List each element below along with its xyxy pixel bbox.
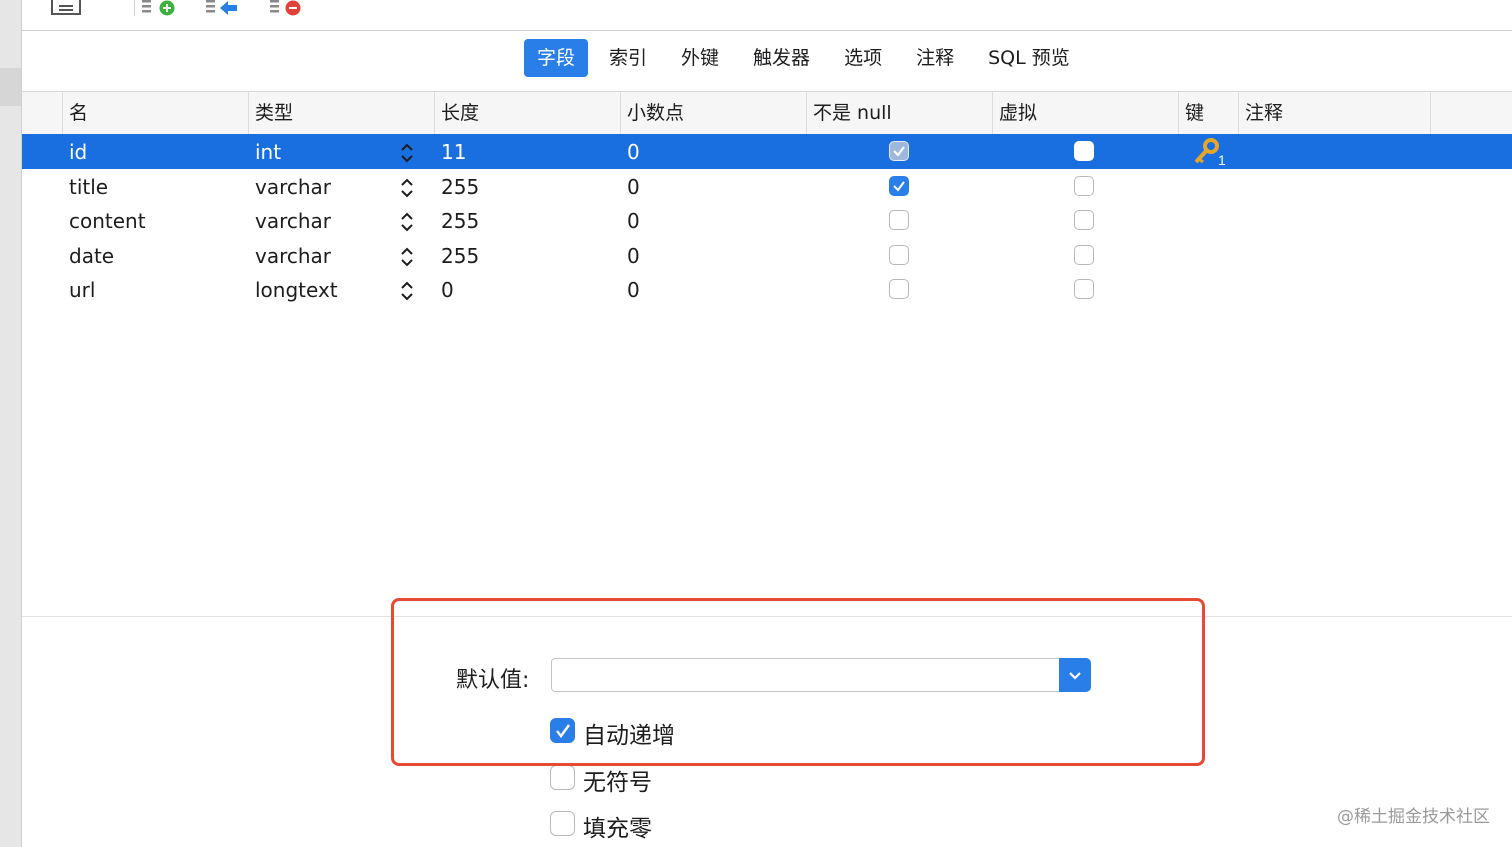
column-header-key[interactable]: 键: [1178, 92, 1204, 134]
field-name[interactable]: date: [69, 238, 114, 273]
tab-fields[interactable]: 字段: [524, 39, 589, 77]
insert-field-icon[interactable]: [204, 0, 244, 18]
toolbar-separator: [134, 0, 135, 16]
zerofill-checkbox[interactable]: [550, 811, 575, 836]
key-index-label: 1: [1218, 152, 1226, 166]
tab-bar: 字段 索引 外键 触发器 选项 注释 SQL 预览: [22, 31, 1512, 91]
tabs: 字段 索引 外键 触发器 选项 注释 SQL 预览: [524, 39, 1091, 77]
column-header-name[interactable]: 名: [62, 92, 88, 134]
virtual-checkbox[interactable]: [1074, 279, 1094, 299]
column-header-not-null[interactable]: 不是 null: [806, 92, 892, 134]
table-row[interactable]: date varchar 255 0: [22, 238, 1512, 273]
type-stepper-icon[interactable]: [400, 142, 414, 164]
field-length[interactable]: 11: [441, 134, 466, 169]
unsigned-checkbox[interactable]: [550, 765, 575, 790]
annotation-highlight-box: [391, 598, 1205, 766]
primary-key-icon: 1: [1194, 138, 1226, 166]
field-type[interactable]: int: [255, 134, 281, 169]
watermark: @稀土掘金技术社区: [1337, 807, 1490, 827]
not-null-checkbox[interactable]: [889, 244, 909, 265]
tab-options[interactable]: 选项: [831, 39, 895, 77]
left-sidebar-strip: [0, 0, 22, 847]
sidebar-tab[interactable]: [0, 68, 21, 106]
tab-comment[interactable]: 注释: [903, 39, 967, 77]
not-null-checkbox[interactable]: [889, 175, 909, 196]
virtual-checkbox[interactable]: [1074, 141, 1094, 161]
field-type[interactable]: longtext: [255, 272, 338, 307]
column-header-length[interactable]: 长度: [434, 92, 479, 134]
field-length[interactable]: 255: [441, 203, 479, 238]
table-header: 名 类型 长度 小数点 不是 null 虚拟 键 注释: [22, 91, 1512, 135]
table-row[interactable]: title varchar 255 0: [22, 169, 1512, 204]
field-decimals[interactable]: 0: [627, 169, 640, 204]
virtual-checkbox[interactable]: [1074, 244, 1094, 265]
tab-foreign-keys[interactable]: 外键: [668, 39, 732, 77]
field-decimals[interactable]: 0: [627, 203, 640, 238]
field-name[interactable]: id: [69, 134, 87, 169]
field-decimals[interactable]: 0: [627, 272, 640, 307]
type-stepper-icon[interactable]: [400, 177, 414, 199]
table-row[interactable]: url longtext 0 0: [22, 272, 1512, 307]
field-name[interactable]: url: [69, 272, 95, 307]
column-header-decimals[interactable]: 小数点: [620, 92, 684, 134]
delete-field-icon[interactable]: [268, 0, 308, 18]
column-header-virtual[interactable]: 虚拟: [992, 92, 1037, 134]
column-header-type[interactable]: 类型: [248, 92, 293, 134]
toolbar: [22, 0, 1512, 31]
table-row[interactable]: id int 11 0 1: [22, 134, 1512, 169]
field-length[interactable]: 255: [441, 238, 479, 273]
type-stepper-icon[interactable]: [400, 211, 414, 233]
add-field-icon[interactable]: [140, 0, 180, 18]
zerofill-label[interactable]: 填充零: [583, 809, 652, 843]
field-decimals[interactable]: 0: [627, 134, 640, 169]
field-decimals[interactable]: 0: [627, 238, 640, 273]
tab-sql-preview[interactable]: SQL 预览: [975, 39, 1083, 77]
virtual-checkbox[interactable]: [1074, 175, 1094, 196]
fields-table-body: id int 11 0 1 title varchar 255 0 conten…: [22, 134, 1512, 307]
field-length[interactable]: 255: [441, 169, 479, 204]
table-row[interactable]: content varchar 255 0: [22, 203, 1512, 238]
unsigned-label[interactable]: 无符号: [583, 763, 652, 797]
save-icon[interactable]: [50, 0, 84, 18]
field-type[interactable]: varchar: [255, 203, 331, 238]
not-null-checkbox[interactable]: [889, 279, 909, 299]
tab-indexes[interactable]: 索引: [596, 39, 660, 77]
virtual-checkbox[interactable]: [1074, 210, 1094, 230]
type-stepper-icon[interactable]: [400, 280, 414, 302]
tab-triggers[interactable]: 触发器: [740, 39, 823, 77]
field-name[interactable]: title: [69, 169, 108, 204]
field-name[interactable]: content: [69, 203, 146, 238]
type-stepper-icon[interactable]: [400, 246, 414, 268]
not-null-checkbox[interactable]: [889, 210, 909, 230]
field-length[interactable]: 0: [441, 272, 454, 307]
column-header-comment[interactable]: 注释: [1238, 92, 1431, 134]
field-type[interactable]: varchar: [255, 169, 331, 204]
field-type[interactable]: varchar: [255, 238, 331, 273]
not-null-checkbox[interactable]: [889, 141, 909, 161]
